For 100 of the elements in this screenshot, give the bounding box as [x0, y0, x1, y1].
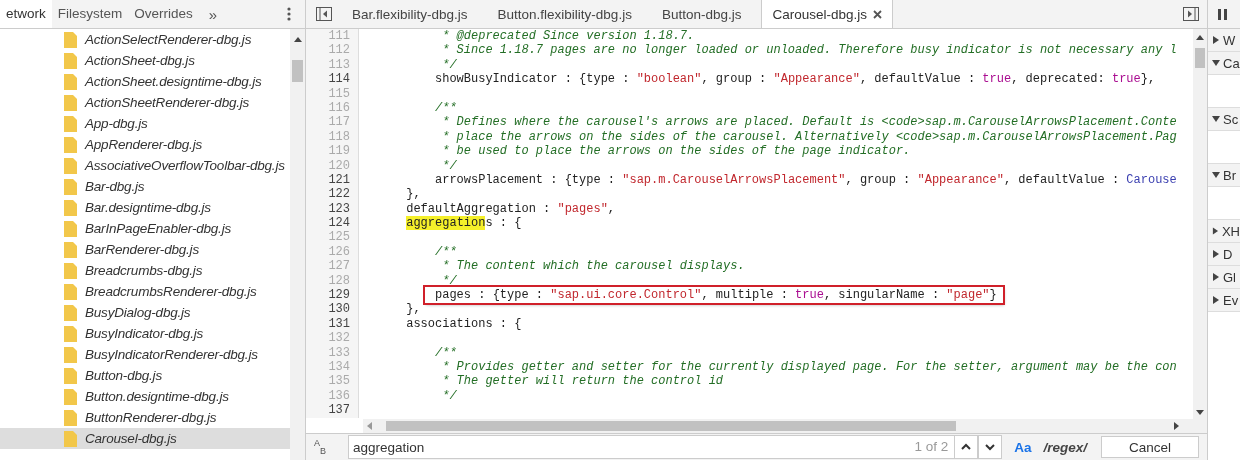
code-line: showBusyIndicator : {type : "boolean", group : "Appearance", defaultValue : true, deprecated: true},	[434, 72, 1156, 87]
file-name: AssociativeOverflowToolbar-dbg.js	[85, 158, 285, 173]
file-tree-item[interactable]: AssociativeOverflowToolbar-dbg.js	[0, 155, 290, 176]
search-field[interactable]: aggregation	[348, 435, 909, 459]
debugger-section-header[interactable]: Br	[1208, 164, 1240, 187]
file-icon	[64, 430, 77, 447]
file-tree-item[interactable]: Bar-dbg.js	[0, 176, 290, 197]
file-tree-item[interactable]: BreadcrumbsRenderer-dbg.js	[0, 281, 290, 302]
editor-tab[interactable]: Bar.flexibility-dbg.js	[342, 0, 478, 28]
scrollbar-thumb[interactable]	[1195, 48, 1205, 68]
file-tree-item[interactable]: ActionSheetRenderer-dbg.js	[0, 92, 290, 113]
previous-match-button[interactable]	[954, 435, 979, 459]
file-tree-item[interactable]: Button.designtime-dbg.js	[0, 386, 290, 407]
scroll-down-arrow-icon[interactable]	[1196, 410, 1204, 415]
file-icon	[64, 346, 77, 363]
file-tree-item[interactable]: ActionSheet-dbg.js	[0, 50, 290, 71]
line-number: 129	[306, 288, 359, 303]
file-name: Bar.designtime-dbg.js	[85, 200, 211, 215]
sidebar-toggle-icon[interactable]	[1183, 7, 1199, 21]
file-icon	[64, 94, 77, 111]
more-tabs-button[interactable]: »	[198, 5, 228, 23]
file-tree-item[interactable]: Bar.designtime-dbg.js	[0, 197, 290, 218]
debugger-section-header[interactable]: W	[1208, 29, 1240, 52]
file-icon	[64, 136, 77, 153]
replace-toggle[interactable]: A B	[306, 439, 340, 455]
scroll-up-arrow-icon[interactable]	[293, 37, 302, 42]
scrollbar-thumb[interactable]	[386, 421, 956, 431]
file-tree-item[interactable]: Breadcrumbs-dbg.js	[0, 260, 290, 281]
navigator-tab[interactable]: Filesystem	[51, 0, 129, 28]
code-line: * Defines where the carousel's arrows are placed. Default is <code>sap.m.CarouselArrowsPlacement.Conte	[441, 115, 1177, 130]
file-tree-item[interactable]: BusyIndicator-dbg.js	[0, 323, 290, 344]
line-number: 112	[306, 43, 359, 58]
menu-icon[interactable]	[287, 7, 291, 21]
file-name: BusyIndicatorRenderer-dbg.js	[85, 347, 258, 362]
file-icon	[64, 367, 77, 384]
file-tree-item[interactable]: BarInPageEnabler-dbg.js	[0, 218, 290, 239]
file-tree-item[interactable]: ActionSheet.designtime-dbg.js	[0, 71, 290, 92]
match-case-toggle[interactable]: Aa	[1014, 439, 1032, 455]
file-icon	[64, 31, 77, 48]
code-line: /**	[434, 244, 457, 260]
navigator-tab[interactable]: etwork	[0, 0, 52, 28]
editor-tab[interactable]: Carousel-dbg.js	[761, 0, 893, 28]
file-tree-item[interactable]: BarRenderer-dbg.js	[0, 239, 290, 260]
code-line: aggregations : {	[405, 216, 522, 231]
sidebar-toggle-icon[interactable]	[316, 7, 332, 21]
match-count: 1 of 2	[908, 435, 955, 459]
file-tree-item[interactable]: BusyIndicatorRenderer-dbg.js	[0, 344, 290, 365]
code-line: */	[441, 273, 457, 289]
debugger-section-header[interactable]: Ca	[1208, 52, 1240, 75]
line-number: 117	[306, 115, 359, 130]
debugger-section-header[interactable]: Ev	[1208, 289, 1240, 312]
code-line: pages : {type : "sap.ui.core.Control", multiple : true, singularName : "page"}	[363, 288, 1003, 303]
file-tree-item[interactable]: Carousel-dbg.js	[0, 428, 290, 449]
file-name: Bar-dbg.js	[85, 179, 145, 194]
debugger-section-header[interactable]: Gl	[1208, 266, 1240, 289]
file-name: BreadcrumbsRenderer-dbg.js	[85, 284, 257, 299]
scroll-up-arrow-icon[interactable]	[1196, 35, 1204, 40]
editor-tab[interactable]: Button-dbg.js	[651, 0, 752, 28]
file-icon	[64, 199, 77, 216]
file-name: App-dbg.js	[85, 116, 148, 131]
scroll-right-arrow-icon[interactable]	[1174, 422, 1179, 430]
scrollbar-thumb[interactable]	[292, 60, 303, 82]
file-name: Carousel-dbg.js	[85, 431, 177, 446]
regex-toggle[interactable]: /regex/	[1043, 439, 1087, 455]
line-number: 111	[306, 29, 359, 44]
debugger-section-header[interactable]: Sc	[1208, 108, 1240, 131]
close-icon[interactable]	[873, 9, 882, 19]
debugger-section-header[interactable]: XH	[1208, 220, 1240, 243]
pause-icon[interactable]	[1218, 8, 1227, 20]
file-icon	[64, 73, 77, 90]
line-number: 135	[306, 374, 359, 389]
code-line: */	[441, 388, 457, 404]
cancel-button[interactable]: Cancel	[1101, 436, 1199, 458]
file-icon	[64, 241, 77, 258]
line-number: 125	[306, 230, 359, 245]
code-line: * place the arrows on the sides of the carousel. Alternatively <code>sap.m.CarouselArrowsPlacement.Pag	[441, 129, 1177, 145]
file-icon	[64, 262, 77, 279]
file-tree-item[interactable]: ActionSelectRenderer-dbg.js	[0, 29, 290, 50]
next-match-button[interactable]	[978, 435, 1003, 459]
file-icon	[64, 304, 77, 321]
file-icon	[64, 178, 77, 195]
debugger-section-header[interactable]: D	[1208, 243, 1240, 266]
navigator-tab[interactable]: Overrides	[128, 0, 199, 28]
file-name: Button.designtime-dbg.js	[85, 389, 229, 404]
caret-down-icon	[984, 442, 997, 452]
code-line: */	[441, 158, 457, 173]
file-tree-item[interactable]: AppRenderer-dbg.js	[0, 134, 290, 155]
editor-tab[interactable]: Button.flexibility-dbg.js	[487, 0, 642, 28]
file-name: ActionSheet.designtime-dbg.js	[85, 74, 262, 89]
file-tree-item[interactable]: ButtonRenderer-dbg.js	[0, 407, 290, 428]
file-tree-item[interactable]: BusyDialog-dbg.js	[0, 302, 290, 323]
file-name: ActionSelectRenderer-dbg.js	[85, 32, 252, 47]
line-number: 137	[306, 403, 359, 418]
code-line: * The getter will return the control id	[441, 374, 724, 389]
file-tree-item[interactable]: Button-dbg.js	[0, 365, 290, 386]
code-line: },	[405, 302, 421, 317]
file-tree-item[interactable]: App-dbg.js	[0, 113, 290, 134]
code-line: * @deprecated Since version 1.18.7.	[441, 29, 695, 44]
file-name: BusyDialog-dbg.js	[85, 305, 191, 320]
file-name: BarRenderer-dbg.js	[85, 242, 199, 257]
